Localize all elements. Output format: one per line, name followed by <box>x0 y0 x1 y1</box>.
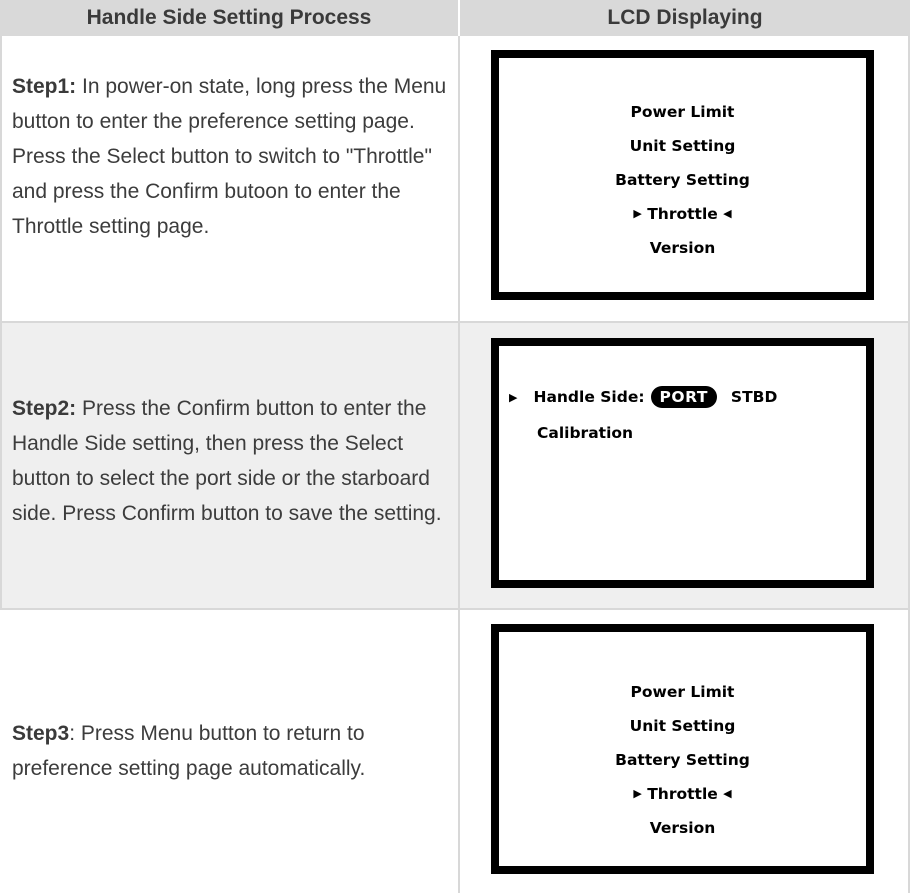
step2-label: Step2: <box>12 397 77 420</box>
lcd-menu-list: Power Limit Unit Setting Battery Setting… <box>499 675 866 845</box>
handle-side-line: ▶ Handle Side: PORT STBD <box>509 386 777 408</box>
port-option-selected: PORT <box>650 386 717 408</box>
stbd-option: STBD <box>730 388 778 406</box>
lcd-menu-item: Battery Setting <box>615 171 750 189</box>
lcd-menu-item: Power Limit <box>630 103 735 121</box>
select-left-arrow-icon: ◀ <box>723 787 732 800</box>
handle-side-table: Handle Side Setting Process LCD Displayi… <box>0 0 910 893</box>
row-divider <box>0 321 910 323</box>
select-left-arrow-icon: ◀ <box>723 207 732 220</box>
lcd-menu-item: Power Limit <box>630 683 735 701</box>
calibration-item: Calibration <box>537 424 634 442</box>
row-divider <box>0 608 910 610</box>
select-right-arrow-icon: ▶ <box>633 787 642 800</box>
lcd-menu-item-label: Throttle <box>647 785 718 803</box>
lcd-screen-handle-side: ▶ Handle Side: PORT STBD Calibration <box>491 338 874 588</box>
step3-label: Step3 <box>12 722 70 745</box>
step1-description: In power-on state, long press the Menu b… <box>12 75 447 238</box>
handle-side-label: Handle Side: <box>533 388 645 406</box>
lcd-menu-item-selected: ▶ Throttle ◀ <box>499 777 866 811</box>
lcd-screen-menu-return: Power Limit Unit Setting Battery Setting… <box>491 624 874 874</box>
column-divider <box>458 36 460 893</box>
step2-description: Press the Confirm button to enter the Ha… <box>12 397 442 525</box>
lcd-menu-item-selected: ▶ Throttle ◀ <box>499 197 866 231</box>
step1-label: Step1: <box>12 75 77 98</box>
lcd-menu-item: Version <box>649 819 716 837</box>
column-header-process: Handle Side Setting Process <box>0 0 458 36</box>
select-right-arrow-icon: ▶ <box>633 207 642 220</box>
step2-text: Step2: Press the Confirm button to enter… <box>12 391 452 531</box>
lcd-menu-list: Power Limit Unit Setting Battery Setting… <box>499 95 866 265</box>
lcd-menu-item: Unit Setting <box>629 137 736 155</box>
lcd-menu-item: Unit Setting <box>629 717 736 735</box>
step1-text: Step1: In power-on state, long press the… <box>12 69 452 244</box>
lcd-menu-item-label: Throttle <box>647 205 718 223</box>
lcd-screen-menu: Power Limit Unit Setting Battery Setting… <box>491 50 874 300</box>
column-header-lcd: LCD Displaying <box>460 0 910 36</box>
lcd-menu-item: Version <box>649 239 716 257</box>
step3-text: Step3: Press Menu button to return to pr… <box>12 716 452 786</box>
table-left-border <box>0 36 2 610</box>
lcd-menu-item: Battery Setting <box>615 751 750 769</box>
cursor-arrow-icon: ▶ <box>509 390 518 404</box>
